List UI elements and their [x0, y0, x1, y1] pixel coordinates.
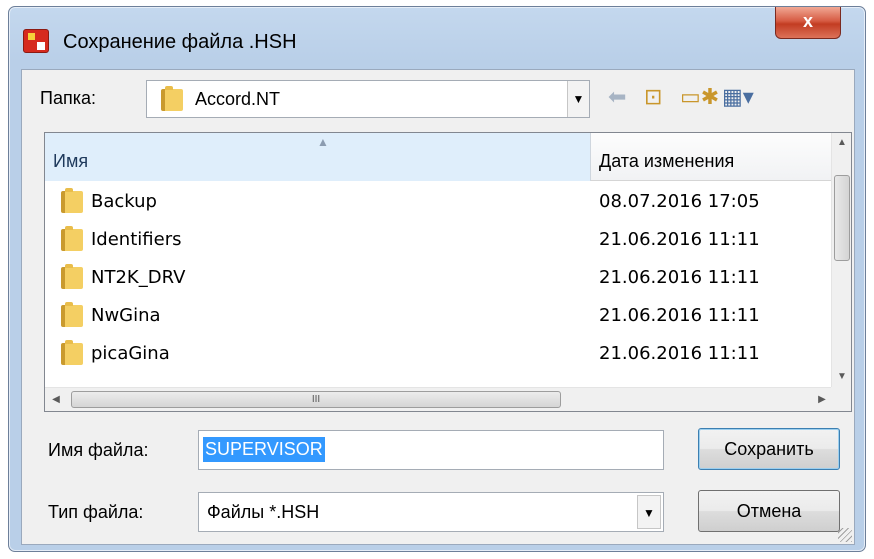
vertical-scrollbar[interactable]: ▲ ▼ [831, 133, 851, 387]
chevron-down-icon[interactable]: ▼ [567, 81, 589, 117]
column-header-date[interactable]: Дата изменения [591, 133, 833, 181]
column-header-name[interactable]: ▲ Имя [45, 133, 591, 181]
dialog-body: Папка: Accord.NT ▼ ⬅ ⊡ ▭✱ ▦▾ ▲ Имя Дата … [21, 69, 855, 545]
filename-label: Имя файла: [48, 440, 149, 460]
folder-icon [61, 264, 83, 289]
current-folder-name: Accord.NT [195, 89, 281, 109]
folder-icon [61, 302, 83, 327]
up-folder-icon[interactable]: ⊡ [644, 84, 662, 110]
list-item[interactable]: picaGina 21.06.2016 11:11 [45, 335, 833, 373]
item-date: 21.06.2016 11:11 [599, 305, 760, 326]
scroll-down-icon[interactable]: ▼ [832, 367, 851, 387]
save-file-dialog: Сохранение файла .HSH x Папка: Accord.NT… [8, 6, 866, 552]
new-folder-icon[interactable]: ▭✱ [680, 84, 719, 110]
sort-ascending-icon: ▲ [317, 135, 329, 149]
item-name: Backup [91, 191, 157, 212]
scrollbar-corner [831, 387, 851, 411]
file-rows: Backup 08.07.2016 17:05 Identifiers 21.0… [45, 183, 833, 373]
folder-icon [161, 86, 183, 111]
filename-value: SUPERVISOR [203, 437, 325, 462]
horizontal-scrollbar[interactable]: ◀ III ▶ [45, 387, 833, 411]
filetype-label: Тип файла: [48, 502, 144, 522]
save-button[interactable]: Сохранить [698, 428, 840, 470]
window-title: Сохранение файла .HSH [63, 31, 297, 53]
cancel-button[interactable]: Отмена [698, 490, 840, 532]
chevron-down-icon[interactable]: ▼ [637, 495, 661, 529]
folder-icon [61, 340, 83, 365]
item-name: picaGina [91, 343, 170, 364]
list-header: ▲ Имя Дата изменения [45, 133, 833, 181]
folder-select[interactable]: Accord.NT ▼ [146, 80, 590, 118]
filetype-value: Файлы *.HSH [207, 502, 320, 522]
resize-grip-icon[interactable] [838, 528, 852, 542]
item-date: 21.06.2016 11:11 [599, 267, 760, 288]
item-name: NT2K_DRV [91, 267, 186, 288]
item-date: 21.06.2016 11:11 [599, 229, 760, 250]
filetype-select[interactable]: Файлы *.HSH ▼ [198, 492, 664, 532]
scroll-up-icon[interactable]: ▲ [832, 133, 851, 153]
scroll-left-icon[interactable]: ◀ [45, 388, 67, 411]
close-button[interactable]: x [775, 7, 841, 39]
list-item[interactable]: Backup 08.07.2016 17:05 [45, 183, 833, 221]
item-name: NwGina [91, 305, 161, 326]
list-item[interactable]: Identifiers 21.06.2016 11:11 [45, 221, 833, 259]
list-item[interactable]: NT2K_DRV 21.06.2016 11:11 [45, 259, 833, 297]
view-menu-icon[interactable]: ▦▾ [722, 84, 754, 110]
filename-input[interactable]: SUPERVISOR [198, 430, 664, 470]
scroll-right-icon[interactable]: ▶ [811, 388, 833, 411]
item-date: 08.07.2016 17:05 [599, 191, 760, 212]
title-bar[interactable]: Сохранение файла .HSH x [9, 7, 865, 69]
column-name-label: Имя [53, 151, 89, 171]
file-list[interactable]: ▲ Имя Дата изменения Backup 08.07.2016 1… [44, 132, 852, 412]
horizontal-scroll-thumb[interactable]: III [71, 391, 561, 408]
folder-label: Папка: [40, 88, 96, 108]
back-arrow-icon[interactable]: ⬅ [608, 84, 626, 110]
item-name: Identifiers [91, 229, 182, 250]
vertical-scroll-thumb[interactable] [834, 175, 850, 261]
app-icon [23, 29, 49, 53]
list-item[interactable]: NwGina 21.06.2016 11:11 [45, 297, 833, 335]
item-date: 21.06.2016 11:11 [599, 343, 760, 364]
folder-icon [61, 188, 83, 213]
folder-icon [61, 226, 83, 251]
column-date-label: Дата изменения [599, 151, 735, 171]
